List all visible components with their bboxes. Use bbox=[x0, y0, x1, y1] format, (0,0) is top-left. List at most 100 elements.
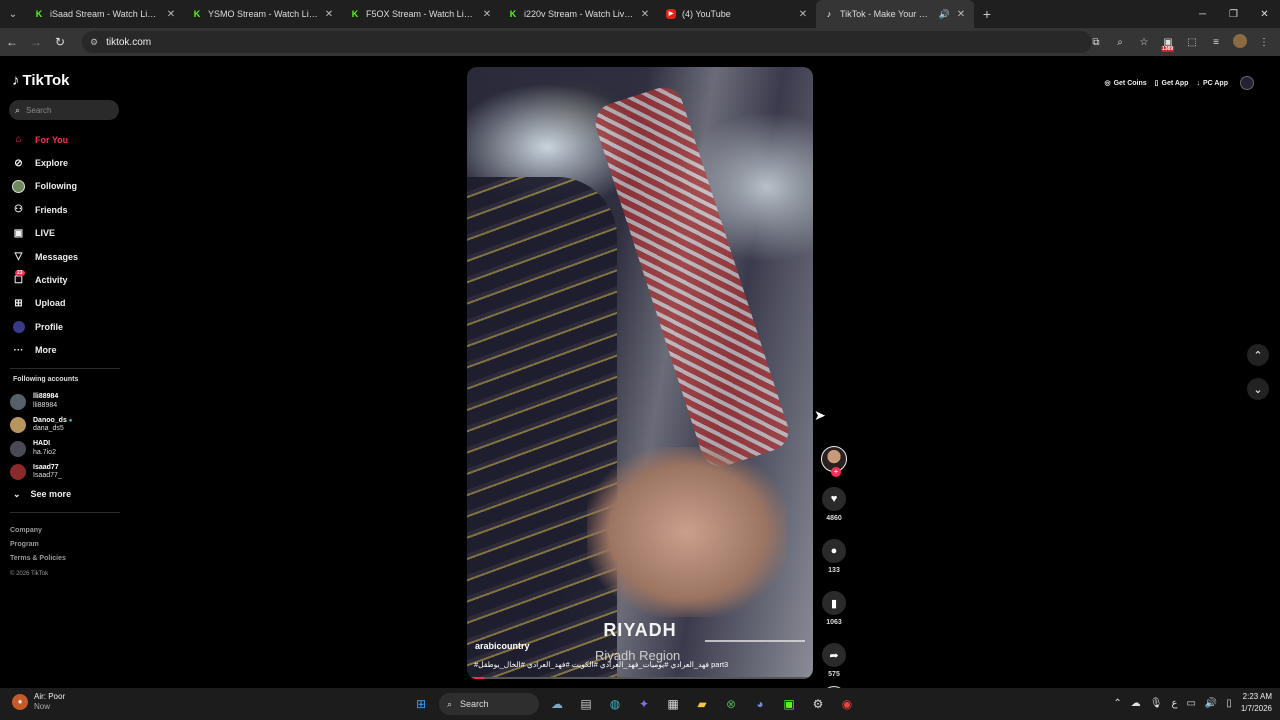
following-account[interactable]: HADI ha.7io2 bbox=[10, 437, 125, 461]
avatar bbox=[10, 393, 26, 410]
nav-explore[interactable]: ⊘ Explore bbox=[12, 151, 122, 174]
kick-app-icon[interactable]: ▣ bbox=[778, 693, 800, 715]
share-button[interactable]: ➦ bbox=[822, 643, 846, 667]
chevron-down-icon[interactable]: ⌄ bbox=[1247, 378, 1269, 400]
discord-icon[interactable]: ◕ bbox=[749, 693, 771, 715]
nav-label: Friends bbox=[35, 204, 68, 215]
following-account[interactable]: Danoo_ds ● dana_ds5 bbox=[10, 414, 125, 438]
nav-profile[interactable]: Profile bbox=[12, 315, 122, 338]
file-explorer-icon[interactable]: ▰ bbox=[691, 693, 713, 715]
follow-plus-icon[interactable]: + bbox=[831, 467, 841, 477]
ime-icon[interactable]: ع bbox=[1171, 698, 1177, 709]
task-view-icon[interactable]: ▤ bbox=[575, 693, 597, 715]
xbox-icon[interactable]: ⊗ bbox=[720, 693, 742, 715]
user-avatar[interactable] bbox=[1240, 76, 1254, 90]
tab-youtube[interactable]: ▶ (4) YouTube ✕ bbox=[658, 0, 816, 28]
search-input[interactable]: ⌕ Search bbox=[9, 100, 119, 120]
video-hashtags[interactable]: #فهد_العرادي #يوميات_فهد_العرادي #الكويت… bbox=[474, 660, 728, 669]
video-progress-fill bbox=[467, 677, 485, 679]
video-author[interactable]: arabicountry bbox=[475, 641, 530, 651]
comment-button[interactable]: ● bbox=[822, 539, 846, 563]
close-icon[interactable]: ✕ bbox=[798, 9, 808, 20]
footer-terms-link[interactable]: Terms & Policies bbox=[10, 552, 66, 566]
tab-search-icon[interactable]: ⌄ bbox=[0, 0, 26, 28]
extension-icon[interactable]: ▣ 1389 bbox=[1158, 37, 1178, 52]
tab-f5ox[interactable]: K F5OX Stream - Watch Live on Kick ✕ bbox=[342, 0, 500, 28]
footer-company-link[interactable]: Company bbox=[10, 524, 66, 538]
nav-messages[interactable]: ▽ Messages bbox=[12, 245, 122, 268]
minimize-icon[interactable]: ─ bbox=[1187, 0, 1218, 28]
weather-widget[interactable]: ◉ Air: Poor Now bbox=[12, 692, 65, 712]
microphone-icon[interactable]: 🎙 bbox=[1150, 698, 1163, 709]
comment-count: 133 bbox=[828, 567, 840, 574]
chrome-icon[interactable]: ◉ bbox=[836, 693, 858, 715]
tiktok-logo[interactable]: ♪ TikTok bbox=[12, 72, 69, 89]
browser-menu-icon[interactable]: ⋮ bbox=[1254, 37, 1274, 48]
following-account[interactable]: Isaad77 Isaad77_ bbox=[10, 461, 125, 485]
creator-avatar[interactable]: + bbox=[821, 446, 847, 477]
tab-isaad[interactable]: K iSaad Stream - Watch Live on Kick ✕ bbox=[26, 0, 184, 28]
get-coins-label: Get Coins bbox=[1113, 79, 1147, 87]
compass-icon: ⊘ bbox=[14, 157, 23, 169]
footer-program-link[interactable]: Program bbox=[10, 538, 66, 552]
forward-icon[interactable]: → bbox=[24, 35, 48, 49]
nav-upload[interactable]: ⊞ Upload bbox=[12, 292, 122, 315]
nav-for-you[interactable]: ⌂ For You bbox=[12, 128, 122, 151]
close-icon[interactable]: ✕ bbox=[324, 9, 334, 20]
reload-icon[interactable]: ↻ bbox=[48, 35, 72, 49]
tray-chevron-icon[interactable]: ⌃ bbox=[1113, 698, 1121, 709]
media-icon[interactable]: ≡ bbox=[1206, 37, 1226, 48]
following-account[interactable]: lli88984 lli88984 bbox=[10, 390, 125, 414]
chevron-up-icon[interactable]: ⌃ bbox=[1247, 344, 1269, 366]
get-coins-button[interactable]: ◎ Get Coins bbox=[1104, 79, 1147, 88]
back-icon[interactable]: ← bbox=[0, 35, 24, 49]
network-icon[interactable]: ▭ bbox=[1186, 698, 1195, 709]
profile-avatar[interactable] bbox=[1230, 33, 1250, 51]
install-app-icon[interactable]: ⧉ bbox=[1086, 37, 1106, 48]
tab-i220v[interactable]: K i220v Stream - Watch Live on Kick ✕ bbox=[500, 0, 658, 28]
pc-app-button[interactable]: ↓ PC App bbox=[1196, 80, 1228, 87]
settings-icon[interactable]: ⚙ bbox=[807, 693, 829, 715]
extensions-puzzle-icon[interactable]: ⬚ bbox=[1182, 37, 1202, 48]
nav-friends[interactable]: ⚇ Friends bbox=[12, 198, 122, 221]
account-handle: lli88984 bbox=[33, 401, 58, 409]
volume-icon[interactable]: 🔊 bbox=[1205, 698, 1217, 709]
like-button[interactable]: ♥ bbox=[822, 487, 846, 511]
url-field[interactable]: ⚙ tiktok.com bbox=[82, 31, 1092, 53]
close-icon[interactable]: ✕ bbox=[482, 9, 492, 20]
new-tab-button[interactable]: + bbox=[974, 6, 1000, 22]
audio-icon[interactable]: 🔊 bbox=[939, 9, 950, 20]
tab-bar: ⌄ K iSaad Stream - Watch Live on Kick ✕ … bbox=[0, 0, 1280, 28]
get-app-button[interactable]: ▯ Get App bbox=[1155, 79, 1189, 88]
widgets-icon[interactable]: ☁ bbox=[546, 693, 568, 715]
tab-tiktok[interactable]: ♪ TikTok - Make Your Day 🔊 ✕ bbox=[816, 0, 974, 28]
video-player[interactable]: RIYADH Riyadh Region arabicountry #فهد_ا… bbox=[467, 67, 813, 679]
window-close-icon[interactable]: ✕ bbox=[1249, 0, 1280, 28]
nav-live[interactable]: ▣ LIVE bbox=[12, 222, 122, 245]
video-progress-bar[interactable] bbox=[467, 677, 813, 679]
tab-ysmo[interactable]: K YSMO Stream - Watch Live on Kick ✕ bbox=[184, 0, 342, 28]
restore-icon[interactable]: ❐ bbox=[1218, 0, 1249, 28]
store-icon[interactable]: ▦ bbox=[662, 693, 684, 715]
close-icon[interactable]: ✕ bbox=[166, 9, 176, 20]
battery-icon[interactable]: ▯ bbox=[1226, 698, 1232, 709]
see-more-button[interactable]: ⌄ See more bbox=[13, 489, 71, 500]
close-icon[interactable]: ✕ bbox=[956, 9, 966, 20]
clock[interactable]: 2:23 AM 1/7/2026 bbox=[1241, 691, 1272, 715]
bookmark-star-icon[interactable]: ☆ bbox=[1134, 37, 1154, 48]
url-text: tiktok.com bbox=[106, 36, 152, 48]
close-icon[interactable]: ✕ bbox=[640, 9, 650, 20]
nav-following[interactable]: Following bbox=[12, 175, 122, 198]
site-info-icon[interactable]: ⚙ bbox=[90, 37, 98, 48]
copilot-icon[interactable]: ✦ bbox=[633, 693, 655, 715]
onedrive-icon[interactable]: ☁ bbox=[1131, 698, 1141, 709]
taskbar-search[interactable]: ⌕ Search bbox=[439, 693, 539, 715]
zoom-icon[interactable]: ⌕ bbox=[1110, 37, 1130, 48]
save-button[interactable]: ▮ bbox=[822, 591, 846, 615]
divider bbox=[10, 368, 120, 369]
nav-activity[interactable]: ☐ 23 Activity bbox=[12, 268, 122, 291]
save-count: 1063 bbox=[826, 619, 842, 626]
nav-more[interactable]: ··· More bbox=[12, 339, 122, 362]
windows-start-icon[interactable]: ⊞ bbox=[410, 693, 432, 715]
edge-icon[interactable]: ◍ bbox=[604, 693, 626, 715]
